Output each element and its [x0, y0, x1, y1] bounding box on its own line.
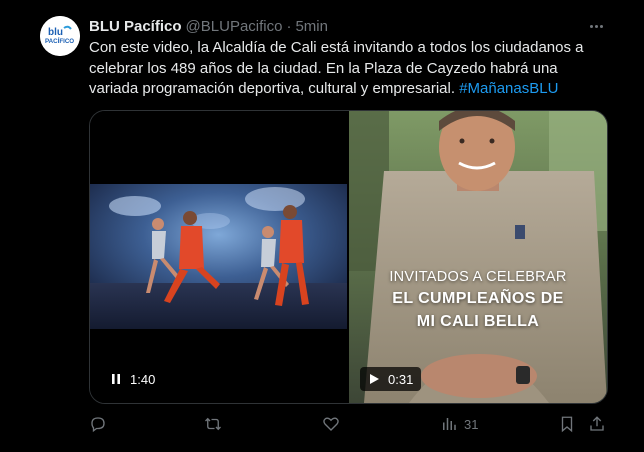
avatar[interactable]: blu PACÍFICO: [40, 16, 80, 56]
play-icon: [370, 374, 379, 384]
video-right-time-badge[interactable]: 0:31: [360, 367, 422, 391]
video-right-duration: 0:31: [388, 371, 414, 387]
views-button[interactable]: 31: [440, 412, 478, 436]
tweet-text: Con este video, la Alcaldía de Cali está…: [89, 38, 604, 100]
video-left-duration: 1:40: [130, 371, 156, 387]
share-icon: [590, 416, 604, 431]
video-left-time-badge[interactable]: 1:40: [102, 367, 164, 391]
bookmark-icon: [561, 416, 573, 433]
bookmark-button[interactable]: [558, 412, 576, 436]
svg-text:blu: blu: [48, 27, 63, 38]
timestamp[interactable]: 5min: [295, 18, 328, 35]
author-handle[interactable]: @BLUPacifico: [186, 18, 283, 35]
author-name[interactable]: BLU Pacífico: [89, 18, 182, 35]
video-overlay-caption: INVITADOS A CELEBRAR EL CUMPLEAÑOS DE MI…: [349, 269, 607, 331]
more-icon-dot: [599, 24, 603, 28]
more-icon-dot: [594, 24, 598, 28]
overlay-line-3: MI CALI BELLA: [416, 313, 540, 330]
reply-icon: [91, 417, 105, 433]
like-button[interactable]: [322, 412, 340, 436]
action-bar: 31: [0, 412, 624, 436]
avatar-label: PACÍFICO: [45, 37, 74, 45]
retweet-button[interactable]: [204, 412, 222, 436]
tweet-header: BLU Pacífico @BLUPacifico · 5min: [89, 16, 328, 36]
heart-icon: [323, 417, 339, 431]
wristwatch: [516, 366, 530, 384]
separator-dot: ·: [286, 17, 292, 35]
video-right[interactable]: INVITADOS A CELEBRAR EL CUMPLEAÑOS DE MI…: [349, 111, 607, 403]
tweet[interactable]: blu PACÍFICO BLU Pacífico @BLUPacifico ·…: [0, 0, 624, 452]
speaker-video-frame: [349, 111, 607, 403]
reply-button[interactable]: [89, 412, 107, 436]
dancers-video-frame: [90, 184, 347, 329]
pin-badge: [515, 225, 525, 239]
overlay-line-2: EL CUMPLEAÑOS DE: [392, 290, 564, 307]
hashtag-link[interactable]: #MañanasBLU: [459, 80, 558, 97]
pause-icon: [112, 374, 120, 384]
video-left[interactable]: 1:40: [90, 111, 347, 403]
more-options-button[interactable]: [582, 16, 610, 36]
blu-pacifico-logo: blu PACÍFICO: [40, 16, 80, 56]
overlay-line-1: INVITADOS A CELEBRAR: [389, 269, 567, 285]
share-button[interactable]: [588, 412, 606, 436]
retweet-icon: [205, 417, 221, 431]
views-count: 31: [464, 416, 479, 432]
analytics-icon: [443, 418, 456, 430]
more-icon-dot: [589, 24, 593, 28]
media-grid: 1:40 INVITADOS A CELEBRAR EL CUMPLEAÑOS …: [89, 110, 608, 404]
